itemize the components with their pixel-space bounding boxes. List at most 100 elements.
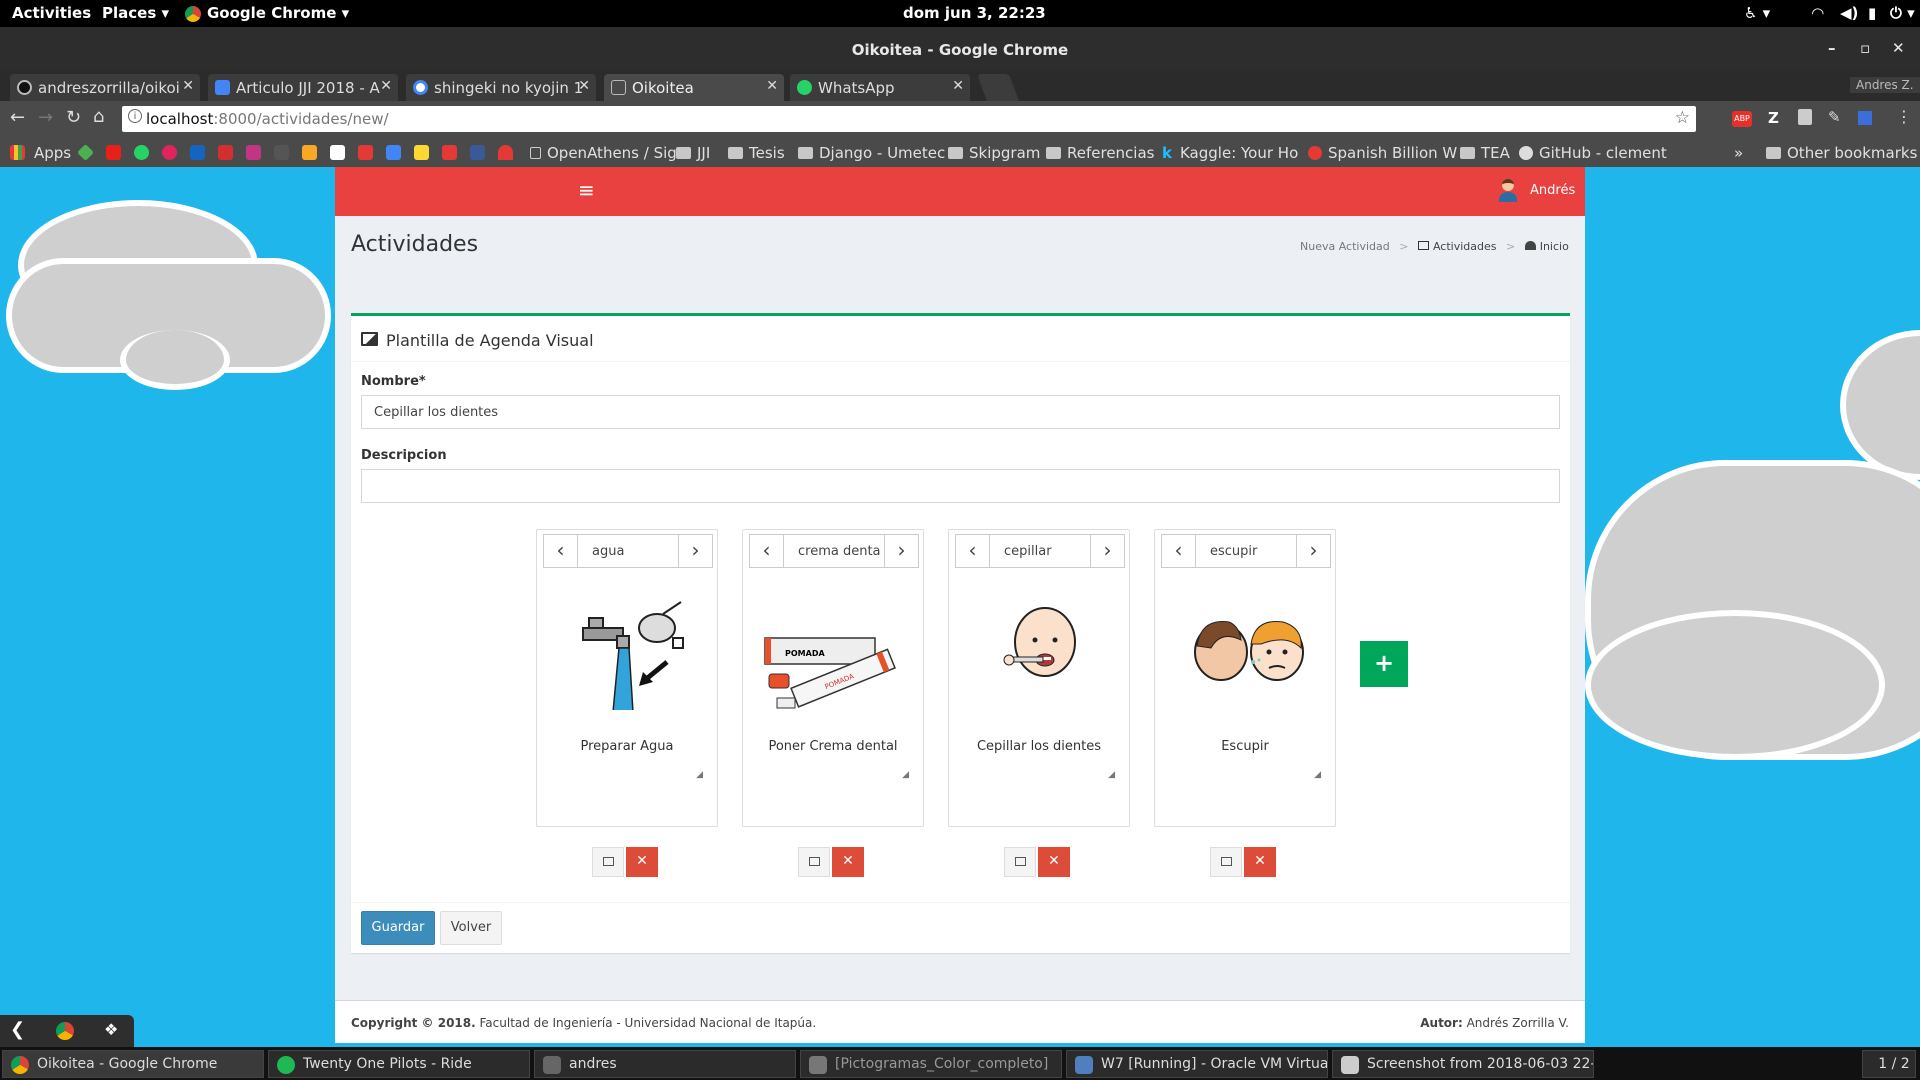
om-bookmark-icon[interactable] (358, 145, 373, 160)
change-image-button[interactable] (1210, 847, 1242, 877)
zotero-icon[interactable]: Z (1768, 109, 1779, 127)
delete-card-button[interactable]: ✕ (1038, 847, 1070, 877)
instagram-icon[interactable] (246, 145, 261, 160)
menu-kebab-icon[interactable]: ⋮ (1896, 107, 1912, 126)
chevron-left-icon[interactable]: ‹ (544, 535, 578, 567)
activities-button[interactable]: Activities (12, 4, 91, 22)
adblock-icon[interactable]: ABP (1732, 111, 1752, 127)
tab-google-search[interactable]: shingeki no kyojin 1 ✕ (406, 74, 596, 101)
close-tab-icon[interactable]: ✕ (952, 78, 964, 94)
close-tab-icon[interactable]: ✕ (578, 78, 590, 94)
chevron-right-icon[interactable]: › (1296, 535, 1330, 567)
bookmark-kaggle[interactable]: k Kaggle: Your Ho (1162, 144, 1298, 162)
bookmark-skipgram[interactable]: Skipgram (948, 144, 1040, 162)
address-bar[interactable]: i localhost:8000/actividades/new/ ☆ (122, 106, 1696, 132)
breadcrumb-inicio[interactable]: Inicio (1540, 240, 1569, 253)
close-tab-icon[interactable]: ✕ (766, 78, 778, 94)
chevron-right-icon[interactable]: › (884, 535, 918, 567)
taskbar-item-chrome[interactable]: Oikoitea - Google Chrome (2, 1050, 264, 1078)
bookmark-django[interactable]: Django - Umetec (798, 144, 945, 162)
whatsapp-bookmark-icon[interactable] (134, 145, 149, 160)
shield-extension-icon[interactable] (1798, 109, 1812, 125)
resize-handle-icon[interactable]: ◢ (1108, 770, 1115, 780)
tab-oikoitea[interactable]: Oikoitea ✕ (604, 74, 784, 101)
close-tab-icon[interactable]: ✕ (182, 78, 194, 94)
bookmark-star-icon[interactable]: ☆ (1675, 108, 1690, 128)
extension-blue-icon[interactable] (1858, 111, 1872, 125)
bookmark-referencias[interactable]: Referencias (1046, 144, 1154, 162)
pictogram-caption[interactable]: Cepillar los dientes (949, 739, 1129, 754)
accessibility-icon[interactable]: ♿ ▾ (1744, 4, 1770, 22)
gmail-icon[interactable] (218, 145, 233, 160)
volver-button[interactable]: Volver (440, 911, 502, 945)
app-menu[interactable]: Google Chrome ▾ (207, 4, 349, 22)
add-pictogram-button[interactable]: + (1360, 641, 1408, 687)
power-icon[interactable]: ⏻ ▾ (1890, 4, 1915, 22)
forward-icon[interactable]: → (38, 107, 53, 128)
info-icon[interactable]: i (128, 109, 142, 123)
clock[interactable]: dom jun 3, 22:23 (903, 4, 1046, 22)
tab-whatsapp[interactable]: WhatsApp ✕ (790, 74, 970, 101)
resize-handle-icon[interactable]: ◢ (1314, 770, 1321, 780)
user-avatar[interactable] (1497, 179, 1519, 203)
play-bookmark-icon[interactable] (470, 145, 485, 160)
bookmark-tesis[interactable]: Tesis (728, 144, 785, 162)
home-icon[interactable]: ⌂ (93, 106, 104, 127)
uh-bookmark-icon[interactable] (330, 145, 345, 160)
guardar-button[interactable]: Guardar (361, 911, 435, 945)
chrome-icon[interactable] (56, 1022, 74, 1040)
bookmarks-overflow-button[interactable]: » (1734, 144, 1743, 162)
blue-bookmark-icon[interactable] (190, 145, 205, 160)
taskbar-item-folder[interactable]: [Pictogramas_Color_completo] (800, 1050, 1062, 1078)
breadcrumb-actividades[interactable]: Actividades (1433, 240, 1497, 253)
descripcion-input[interactable] (361, 469, 1560, 503)
volume-icon[interactable]: ◀) (1840, 4, 1858, 22)
chevron-left-icon[interactable]: ‹ (956, 535, 990, 567)
change-image-button[interactable] (592, 847, 624, 877)
bookmark-tea[interactable]: TEA (1460, 144, 1510, 162)
other-bookmarks[interactable]: Other bookmarks (1766, 144, 1917, 162)
close-tab-icon[interactable]: ✕ (380, 78, 392, 94)
change-image-button[interactable] (1004, 847, 1036, 877)
chevron-left-icon[interactable]: ❮ (10, 1019, 25, 1040)
red-logo-bookmark-icon[interactable] (442, 145, 457, 160)
taskbar-item-spotify[interactable]: Twenty One Pilots - Ride (268, 1050, 530, 1078)
taskbar-item-terminal[interactable]: andres (534, 1050, 796, 1078)
chevron-left-icon[interactable]: ‹ (750, 535, 784, 567)
pictogram-select[interactable]: ‹ agua › (543, 534, 713, 568)
chevron-right-icon[interactable]: › (1090, 535, 1124, 567)
minimize-button[interactable]: – (1828, 39, 1836, 57)
maximize-button[interactable]: ▫ (1860, 39, 1870, 57)
places-menu[interactable]: Places ▾ (102, 4, 169, 22)
workspace-indicator[interactable]: 1 / 2 (1862, 1050, 1916, 1078)
tab-docs[interactable]: Articulo JJI 2018 - A ✕ (208, 74, 398, 101)
bookmark-apps[interactable]: Apps (34, 144, 71, 162)
resize-handle-icon[interactable]: ◢ (902, 770, 909, 780)
translate-icon[interactable] (386, 145, 401, 160)
hat-bookmark-icon[interactable] (498, 145, 513, 160)
youtube-icon[interactable] (106, 145, 121, 160)
reload-icon[interactable]: ↻ (66, 107, 81, 128)
bookmark-openathens[interactable]: OpenAthens / Sig (530, 144, 677, 162)
back-icon[interactable]: ← (10, 107, 25, 128)
dropbox-icon[interactable]: ❖ (104, 1020, 118, 1039)
chevron-right-icon[interactable]: › (678, 535, 712, 567)
sidebar-toggle-icon[interactable]: ≡ (578, 178, 595, 202)
delete-card-button[interactable]: ✕ (626, 847, 658, 877)
nombre-input[interactable]: Cepillar los dientes (361, 395, 1560, 429)
user-name[interactable]: Andrés (1530, 183, 1575, 198)
change-image-button[interactable] (798, 847, 830, 877)
bookmark-github[interactable]: GitHub - clement (1519, 144, 1667, 162)
bookmark-spanish-billion[interactable]: Spanish Billion W (1308, 144, 1457, 162)
yellow-bookmark-icon[interactable] (414, 145, 429, 160)
wifi-icon[interactable]: ◠ (1812, 4, 1824, 22)
pictogram-caption[interactable]: Preparar Agua (537, 739, 717, 754)
pictogram-caption[interactable]: Escupir (1155, 739, 1335, 754)
pictogram-select[interactable]: ‹ escupir › (1161, 534, 1331, 568)
chevron-left-icon[interactable]: ‹ (1162, 535, 1196, 567)
bookmark-jji[interactable]: JJI (676, 144, 710, 162)
delete-card-button[interactable]: ✕ (1244, 847, 1276, 877)
imdb-icon[interactable] (302, 145, 317, 160)
pictogram-select[interactable]: ‹ crema dental › (749, 534, 919, 568)
red-bookmark-icon[interactable] (162, 145, 177, 160)
